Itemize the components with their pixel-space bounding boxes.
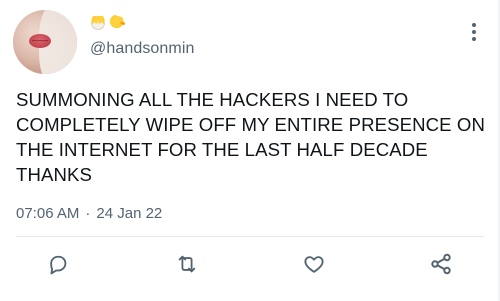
tweet-date: 24 Jan 22 bbox=[96, 205, 163, 222]
tweet-card: @handsonmin SUMMONING ALL THE HACKERS I … bbox=[0, 0, 500, 301]
reply-icon bbox=[50, 255, 67, 275]
avatar-lips bbox=[29, 34, 51, 48]
action-bar bbox=[0, 247, 500, 281]
share-button[interactable] bbox=[424, 247, 458, 281]
username[interactable]: @handsonmin bbox=[90, 40, 195, 58]
avatar[interactable] bbox=[13, 10, 77, 74]
timestamp-separator: · bbox=[85, 205, 91, 222]
display-name-emojis bbox=[90, 13, 127, 33]
more-options-button[interactable] bbox=[462, 18, 486, 46]
hatching-chick-icon bbox=[90, 16, 106, 30]
share-icon bbox=[431, 253, 451, 275]
more-vertical-icon bbox=[472, 23, 476, 41]
tweet-text: SUMMONING ALL THE HACKERS I NEED TO COMP… bbox=[16, 89, 490, 185]
divider bbox=[16, 236, 484, 237]
like-button[interactable] bbox=[297, 247, 331, 281]
tweet-time: 07:06 AM bbox=[16, 205, 80, 222]
reply-button[interactable] bbox=[41, 247, 75, 281]
like-icon bbox=[304, 256, 324, 273]
retweet-icon bbox=[178, 255, 196, 273]
front-facing-chick-icon bbox=[107, 13, 127, 33]
retweet-button[interactable] bbox=[170, 247, 204, 281]
timestamp[interactable]: 07:06 AM · 24 Jan 22 bbox=[16, 205, 162, 222]
